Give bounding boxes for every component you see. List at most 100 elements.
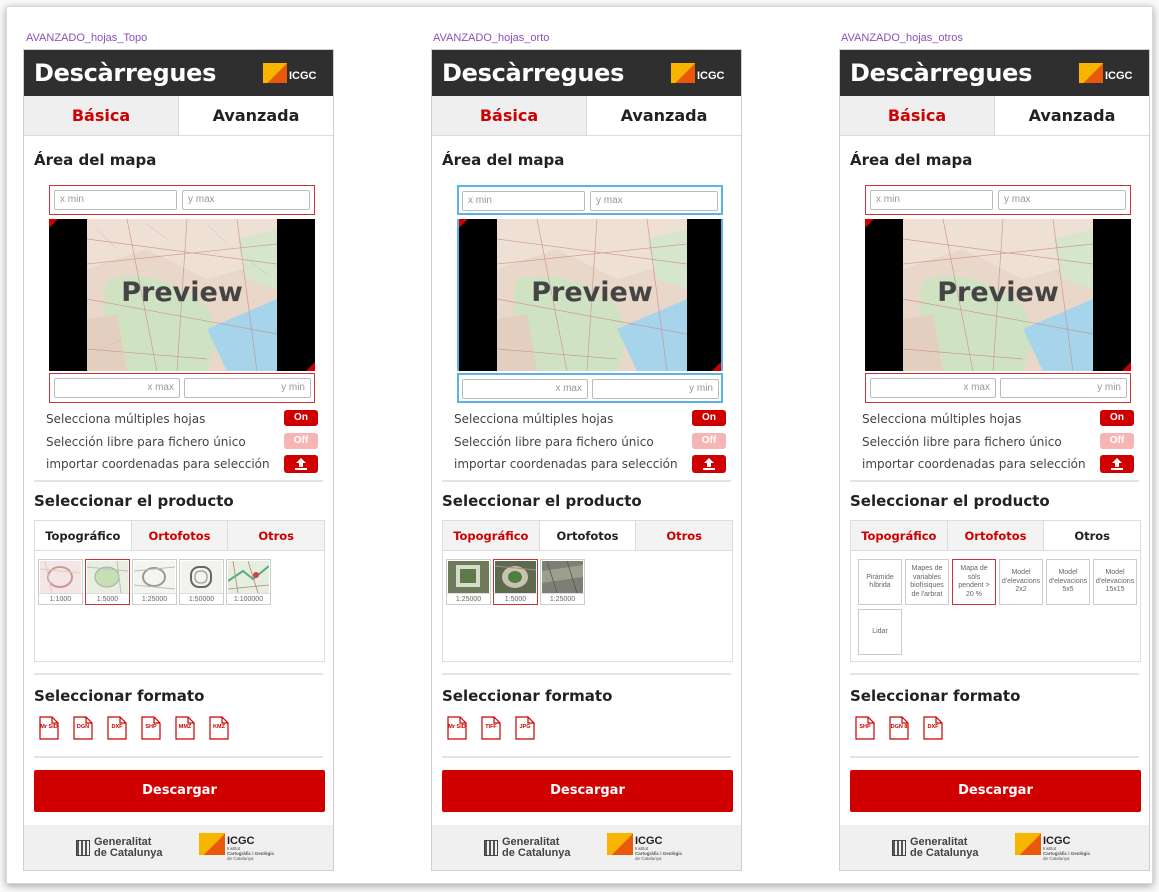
upload-button[interactable]	[692, 455, 726, 473]
mockup-label-otros: AVANZADO_hojas_otros	[841, 32, 963, 44]
scale-thumb[interactable]: 1:1000	[38, 559, 83, 605]
file-format-icon[interactable]: SHP	[141, 716, 161, 740]
other-product-item[interactable]: Model d'elevacions 15x15	[1093, 559, 1137, 605]
app-header: Descàrregues ICGC	[24, 50, 333, 96]
format-title: Seleccionar formato	[34, 687, 205, 705]
file-format-icon[interactable]: DXF	[923, 716, 943, 740]
file-format-icon[interactable]: Mr SID	[447, 716, 467, 740]
tab-advanced[interactable]: Avanzada	[995, 96, 1149, 135]
xmin-input[interactable]: x min	[54, 190, 177, 210]
footer: Generalitat de Catalunya ICGC Institut Cart…	[840, 825, 1149, 870]
product-title: Seleccionar el producto	[34, 492, 234, 510]
product-title: Seleccionar el producto	[850, 492, 1050, 510]
product-tab-topografico[interactable]: Topográfico	[443, 521, 540, 550]
coord-top-box: x min y max	[865, 185, 1131, 215]
ortho-thumb[interactable]: 1:25000	[446, 559, 491, 605]
mode-tabs: Básica Avanzada	[432, 96, 741, 136]
xmax-input[interactable]: x max	[870, 378, 996, 398]
ymax-input[interactable]: y max	[590, 191, 718, 211]
format-title: Seleccionar formato	[850, 687, 1021, 705]
file-format-icon[interactable]: Mr SID	[39, 716, 59, 740]
download-button[interactable]: Descargar	[850, 770, 1141, 812]
ymin-input[interactable]: y min	[592, 379, 719, 399]
scale-thumb[interactable]: 1:50000	[179, 559, 224, 605]
app-title: Descàrregues	[442, 59, 625, 87]
upload-icon	[1111, 458, 1123, 470]
ymax-input[interactable]: y max	[998, 190, 1126, 210]
icgc-logo: ICGC	[263, 63, 321, 85]
app-header: Descàrregues ICGC	[432, 50, 741, 96]
file-format-icon[interactable]: SHP	[855, 716, 875, 740]
map-preview[interactable]: Preview	[865, 219, 1131, 371]
coord-bottom-box: x max y min	[49, 373, 315, 403]
ortho-thumb[interactable]: 1:5000	[493, 559, 538, 605]
ymin-input[interactable]: y min	[184, 378, 311, 398]
ymin-input[interactable]: y min	[1000, 378, 1127, 398]
toggle-free[interactable]: Off	[1100, 433, 1134, 449]
file-format-icon[interactable]: DGN 8	[889, 716, 909, 740]
xmin-input[interactable]: x min	[870, 190, 993, 210]
product-tab-otros[interactable]: Otros	[636, 521, 733, 550]
file-format-icon[interactable]: TIFF	[481, 716, 501, 740]
panel-orto: Descàrregues ICGC Básica Avanzada Área d…	[431, 49, 742, 871]
tab-basic[interactable]: Básica	[24, 96, 179, 135]
icgc-footer-logo: ICGC Institut Cartogràfic i Geològic de Cat…	[607, 833, 707, 863]
map-preview[interactable]: Preview	[49, 219, 315, 371]
other-product-item[interactable]: Mapes de variables biofísiques de l'arbr…	[905, 559, 949, 605]
file-format-icon[interactable]: MMZ	[175, 716, 195, 740]
product-tab-otros[interactable]: Otros	[1044, 521, 1141, 550]
tab-basic[interactable]: Básica	[432, 96, 587, 135]
upload-icon	[703, 458, 715, 470]
file-format-icon[interactable]: JPG	[515, 716, 535, 740]
footer: Generalitat de Catalunya ICGC Institut Cart…	[24, 825, 333, 870]
other-product-item[interactable]: Lidar	[858, 609, 902, 655]
toggle-multi[interactable]: On	[284, 410, 318, 426]
product-tab-topografico[interactable]: Topográfico	[35, 521, 132, 550]
file-format-icon[interactable]: DGN	[73, 716, 93, 740]
product-box: Topográfico Ortofotos Otros 1:1000 1:500…	[34, 520, 325, 662]
download-button[interactable]: Descargar	[34, 770, 325, 812]
upload-button[interactable]	[284, 455, 318, 473]
preview-label: Preview	[121, 277, 243, 308]
toggle-free[interactable]: Off	[692, 433, 726, 449]
map-preview[interactable]: Preview	[457, 219, 723, 371]
mockup-label-topo: AVANZADO_hojas_Topo	[26, 32, 148, 44]
product-tab-ortofotos[interactable]: Ortofotos	[131, 521, 229, 550]
file-format-icon[interactable]: DXF	[107, 716, 127, 740]
tab-advanced[interactable]: Avanzada	[587, 96, 741, 135]
other-product-item[interactable]: Model d'elevacions 2x2	[999, 559, 1043, 605]
toggle-multi[interactable]: On	[692, 410, 726, 426]
option-free-label: Selección libre para fichero único	[862, 435, 1062, 449]
coord-bottom-box: x max y min	[865, 373, 1131, 403]
product-tab-ortofotos[interactable]: Ortofotos	[539, 521, 637, 550]
preview-label: Preview	[937, 277, 1059, 308]
icgc-logo: ICGC	[1079, 63, 1137, 85]
scale-thumb[interactable]: 1:100000	[226, 559, 271, 605]
xmax-input[interactable]: x max	[54, 378, 180, 398]
product-box: Topográfico Ortofotos Otros 1:25000 1:50…	[442, 520, 733, 662]
scale-thumb[interactable]: 1:25000	[132, 559, 177, 605]
download-button[interactable]: Descargar	[442, 770, 733, 812]
option-multi-label: Selecciona múltiples hojas	[454, 412, 614, 426]
ortho-thumb[interactable]: 1:25000	[540, 559, 585, 605]
xmax-input[interactable]: x max	[462, 379, 588, 399]
toggle-multi[interactable]: On	[1100, 410, 1134, 426]
other-product-item[interactable]: Pirámide híbrida	[858, 559, 902, 605]
mockup-sheet: AVANZADO_hojas_Topo AVANZADO_hojas_orto …	[6, 6, 1153, 884]
app-title: Descàrregues	[34, 59, 217, 87]
product-tab-topografico[interactable]: Topográfico	[851, 521, 948, 550]
tab-advanced[interactable]: Avanzada	[179, 96, 333, 135]
option-import-label: importar coordenadas para selección	[862, 457, 1086, 471]
file-format-icon[interactable]: KMZ	[209, 716, 229, 740]
other-product-item[interactable]: Mapa de sòls pendent > 20 %	[952, 559, 996, 605]
scale-thumb[interactable]: 1:5000	[85, 559, 130, 605]
ymax-input[interactable]: y max	[182, 190, 310, 210]
product-tab-otros[interactable]: Otros	[228, 521, 325, 550]
tab-basic[interactable]: Básica	[840, 96, 995, 135]
toggle-free[interactable]: Off	[284, 433, 318, 449]
coord-top-box: x min y max	[49, 185, 315, 215]
upload-button[interactable]	[1100, 455, 1134, 473]
other-product-item[interactable]: Model d'elevacions 5x5	[1046, 559, 1090, 605]
product-tab-ortofotos[interactable]: Ortofotos	[947, 521, 1045, 550]
xmin-input[interactable]: x min	[462, 191, 585, 211]
